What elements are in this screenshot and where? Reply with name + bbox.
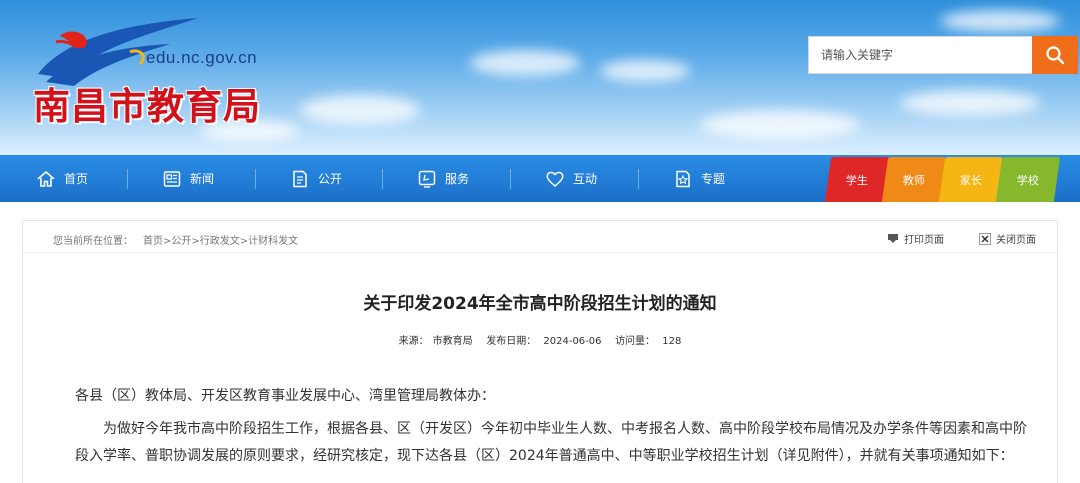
date-label: 发布日期： [486, 336, 537, 347]
role-tab-label: 教师 [903, 173, 925, 187]
nav-divider [127, 169, 128, 189]
date-value: 2024-06-06 [543, 336, 602, 347]
nav-divider [255, 169, 256, 189]
article-meta: 来源： 市教育局 发布日期： 2024-06-06 访问量： 128 [23, 332, 1057, 347]
heart-icon [546, 171, 564, 187]
nav-item-label: 新闻 [190, 172, 215, 186]
nav-item-public[interactable]: 公开 [290, 155, 342, 202]
cloud-decoration [470, 50, 580, 76]
article-paragraph-text: 为做好今年我市高中阶段招生工作，根据各县、区（开发区）今年初中毕业生人数、中考报… [75, 421, 1027, 464]
close-page-label: 关闭页面 [996, 235, 1036, 246]
search-button[interactable] [1032, 36, 1078, 74]
nav-item-home[interactable]: 首页 [36, 155, 88, 202]
article-paragraph: 为做好今年我市高中阶段招生工作，根据各县、区（开发区）今年初中毕业生人数、中考报… [75, 416, 1035, 470]
source-label: 来源： [398, 336, 429, 347]
breadcrumb-prefix: 您当前所在位置： [53, 236, 133, 247]
views-label: 访问量： [615, 336, 656, 347]
home-icon [37, 170, 55, 187]
nav-item-interact[interactable]: 互动 [545, 155, 597, 202]
article-paragraph: 各县（区）教体局、开发区教育事业发展中心、湾里管理局教体办： [75, 388, 495, 404]
nav-item-topics[interactable]: 专题 [673, 155, 725, 202]
source-value: 市教育局 [432, 336, 473, 347]
role-tab-label: 家长 [960, 173, 982, 187]
cloud-decoration [600, 60, 690, 82]
role-tab-label: 学校 [1017, 173, 1039, 187]
role-tab-student[interactable]: 学生 [824, 157, 890, 202]
nav-item-news[interactable]: 新闻 [162, 155, 214, 202]
search-input[interactable] [809, 37, 1029, 73]
site-domain: edu.nc.gov.cn [146, 48, 258, 67]
breadcrumb[interactable]: 首页>公开>行政发文>计财科发文 [143, 232, 298, 247]
star-page-icon [676, 170, 690, 187]
cloud-decoration [940, 10, 1060, 32]
nav-item-label: 专题 [701, 172, 726, 186]
newspaper-icon [163, 170, 181, 187]
cloud-decoration [300, 95, 420, 125]
print-page-label: 打印页面 [904, 235, 944, 246]
views-value: 128 [662, 336, 682, 347]
nav-divider [382, 169, 383, 189]
site-name-logo-text[interactable]: 南昌市教育局 [33, 76, 261, 130]
service-icon [418, 170, 436, 188]
close-page-button[interactable]: 关闭页面 [979, 231, 1036, 246]
nav-item-label: 公开 [318, 172, 343, 186]
nav-item-label: 互动 [573, 172, 598, 186]
search-box [808, 36, 1078, 74]
article-panel: 您当前所在位置： 首页>公开>行政发文>计财科发文 打印页面 关闭页面 关于印发… [22, 220, 1058, 483]
nav-item-service[interactable]: 服务 [417, 155, 469, 202]
breadcrumb-bar: 您当前所在位置： 首页>公开>行政发文>计财科发文 打印页面 关闭页面 [23, 221, 1057, 253]
breadcrumb-path[interactable]: 首页>公开>行政发文>计财科发文 [143, 236, 298, 247]
cloud-decoration [700, 110, 860, 140]
role-tab-label: 学生 [846, 173, 868, 187]
nav-item-label: 首页 [64, 172, 89, 186]
site-header: edu.nc.gov.cn 南昌市教育局 [0, 0, 1080, 155]
close-icon [979, 232, 991, 245]
print-page-button[interactable]: 打印页面 [887, 231, 944, 246]
role-tab-teacher[interactable]: 教师 [881, 157, 947, 202]
search-icon [1046, 46, 1065, 65]
role-tab-parent[interactable]: 家长 [938, 157, 1004, 202]
nav-item-label: 服务 [445, 172, 470, 186]
main-nav: 首页 新闻 公开 服务 互动 专题 学生 教师 家长 学校 [0, 155, 1080, 202]
printer-icon [888, 233, 898, 243]
cloud-decoration [900, 90, 1040, 116]
nav-divider [510, 169, 511, 189]
document-icon [293, 170, 307, 187]
role-tab-school[interactable]: 学校 [995, 157, 1061, 202]
article-title: 关于印发2024年全市高中阶段招生计划的通知 [363, 294, 717, 314]
nav-divider [638, 169, 639, 189]
